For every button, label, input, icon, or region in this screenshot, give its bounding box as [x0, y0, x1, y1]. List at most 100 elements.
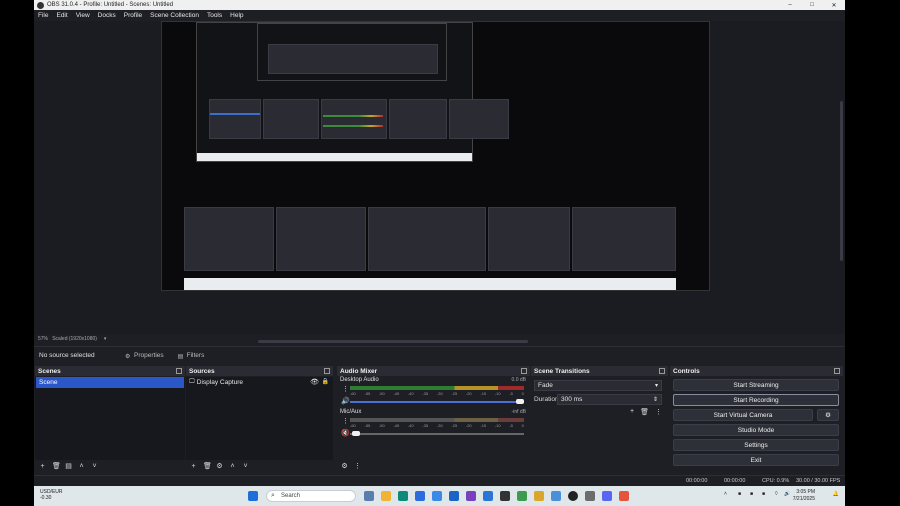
app-icon[interactable] — [483, 491, 493, 501]
start-virtual-camera-button[interactable]: Start Virtual Camera — [673, 409, 813, 421]
file-explorer-icon[interactable] — [381, 491, 391, 501]
volume-slider[interactable] — [350, 401, 524, 403]
properties-button[interactable]: ⚙ Properties — [125, 352, 164, 360]
speaker-muted-icon[interactable]: 🔇 — [341, 429, 350, 437]
volume-icon[interactable]: 🔊 — [784, 491, 790, 497]
start-streaming-button[interactable]: Start Streaming — [673, 379, 839, 391]
add-scene-icon[interactable]: + — [39, 463, 46, 470]
menu-tools[interactable]: Tools — [207, 12, 222, 19]
taskbar-clock[interactable]: 3:05 PM 7/21/2025 — [793, 489, 815, 503]
obs-taskbar-icon[interactable] — [568, 491, 578, 501]
notification-icon[interactable]: 🔔 — [833, 491, 839, 497]
menu-scene-collection[interactable]: Scene Collection — [150, 12, 199, 19]
menu-edit[interactable]: Edit — [56, 12, 67, 19]
trash-icon[interactable]: 🗑 — [52, 462, 61, 470]
menu-profile[interactable]: Profile — [124, 12, 142, 19]
nested-sources-panel — [276, 207, 366, 271]
start-recording-button[interactable]: Start Recording — [673, 394, 839, 406]
undock-icon[interactable] — [659, 368, 665, 374]
menu-help[interactable]: Help — [230, 12, 243, 19]
more-icon[interactable]: ⋮ — [354, 462, 361, 470]
taskbar-search[interactable]: ⌕ Search — [266, 490, 356, 502]
tray-app-icon[interactable]: ■ — [750, 491, 753, 497]
more-icon[interactable]: ⋮ — [342, 385, 349, 393]
preview-canvas[interactable] — [161, 21, 710, 291]
no-source-label: No source selected — [39, 352, 95, 359]
chevron-down-icon[interactable]: ▾ — [104, 336, 107, 342]
arrow-down-icon[interactable]: ˅ — [242, 463, 249, 470]
menu-docks[interactable]: Docks — [98, 12, 116, 19]
windows-start-icon[interactable] — [248, 491, 258, 501]
stepper-icon[interactable]: ⇕ — [653, 396, 658, 403]
virtual-camera-settings-button[interactable]: ⚙ — [817, 409, 839, 421]
filters-label: Filters — [186, 352, 205, 359]
transition-toolbar: + 🗑 ⋮ — [630, 408, 662, 416]
windows-taskbar: USD/EUR -0.30 ⌕ Search ˄ ■ ■ ■ ⌔ 🔊 3:05 … — [34, 486, 845, 506]
trash-icon[interactable]: 🗑 — [203, 462, 212, 470]
gear-icon[interactable]: ⚙ — [341, 462, 348, 470]
volume-slider-handle[interactable] — [516, 399, 524, 404]
duration-value: 300 ms — [561, 396, 583, 403]
menu-file[interactable]: File — [38, 12, 48, 19]
arrow-down-icon[interactable]: ˅ — [91, 463, 98, 470]
duration-input[interactable]: 300 ms ⇕ — [557, 394, 662, 405]
eye-icon[interactable]: 👁 — [310, 378, 319, 386]
preview-vertical-scrollbar[interactable] — [840, 101, 843, 261]
add-source-icon[interactable]: + — [190, 463, 197, 470]
arrow-up-icon[interactable]: ˄ — [229, 463, 236, 470]
filter-icon[interactable]: ▤ — [65, 462, 72, 470]
filters-button[interactable]: ▤ Filters — [178, 352, 205, 360]
undock-icon[interactable] — [324, 368, 330, 374]
app-icon[interactable] — [466, 491, 476, 501]
close-button[interactable]: ✕ — [823, 0, 845, 10]
store-icon[interactable] — [415, 491, 425, 501]
gear-icon[interactable]: ⚙ — [216, 462, 223, 470]
transition-select[interactable]: Fade ▾ — [534, 380, 662, 391]
source-item[interactable]: 🖵 Display Capture 👁 🔒 — [186, 377, 333, 388]
volume-slider-handle[interactable] — [352, 431, 360, 436]
chrome-icon[interactable] — [432, 491, 442, 501]
more-icon[interactable]: ⋮ — [655, 408, 662, 416]
task-view-icon[interactable] — [364, 491, 374, 501]
app-icon[interactable] — [585, 491, 595, 501]
chevron-down-icon: ▾ — [654, 383, 658, 389]
discord-icon[interactable] — [602, 491, 612, 501]
maximize-button[interactable]: □ — [801, 0, 823, 10]
lock-icon[interactable]: 🔒 — [322, 378, 329, 385]
exit-button[interactable]: Exit — [673, 454, 839, 466]
terminal-icon[interactable] — [500, 491, 510, 501]
studio-mode-button[interactable]: Studio Mode — [673, 424, 839, 436]
speaker-icon[interactable]: 🔊 — [341, 397, 350, 405]
undock-icon[interactable] — [176, 368, 182, 374]
minimize-button[interactable]: – — [779, 0, 801, 10]
outlook-icon[interactable] — [449, 491, 459, 501]
scenes-header: Scenes — [35, 366, 185, 376]
tray-app-icon[interactable]: ■ — [762, 491, 765, 497]
scene-item[interactable]: Scene — [36, 377, 184, 388]
duration-label: Duration — [534, 396, 559, 403]
widgets-button[interactable]: USD/EUR -0.30 — [40, 489, 63, 501]
preview-horizontal-scrollbar[interactable] — [258, 340, 528, 343]
app-icon[interactable] — [517, 491, 527, 501]
wifi-icon[interactable]: ⌔ — [774, 491, 779, 497]
more-icon[interactable]: ⋮ — [342, 417, 349, 425]
undock-icon[interactable] — [521, 368, 527, 374]
trash-icon[interactable]: 🗑 — [640, 408, 649, 416]
undock-icon[interactable] — [834, 368, 840, 374]
app-icon[interactable] — [534, 491, 544, 501]
source-name: Display Capture — [196, 379, 244, 386]
menu-view[interactable]: View — [76, 12, 90, 19]
arrow-up-icon[interactable]: ˄ — [78, 463, 85, 470]
settings-button[interactable]: Settings — [673, 439, 839, 451]
chevron-up-icon[interactable]: ˄ — [724, 491, 727, 497]
add-icon[interactable]: + — [630, 408, 634, 416]
app-icon[interactable] — [619, 491, 629, 501]
tray-app-icon[interactable]: ■ — [738, 491, 741, 497]
preview-area[interactable] — [34, 21, 845, 343]
edge-icon[interactable] — [398, 491, 408, 501]
preview-zoom[interactable]: 57% Scaled (1920x1080) ▾ — [38, 336, 106, 342]
volume-slider[interactable] — [350, 433, 524, 435]
channel-name: Desktop Audio — [340, 377, 379, 383]
app-icon[interactable] — [551, 491, 561, 501]
menu-bar: File Edit View Docks Profile Scene Colle… — [34, 10, 845, 21]
